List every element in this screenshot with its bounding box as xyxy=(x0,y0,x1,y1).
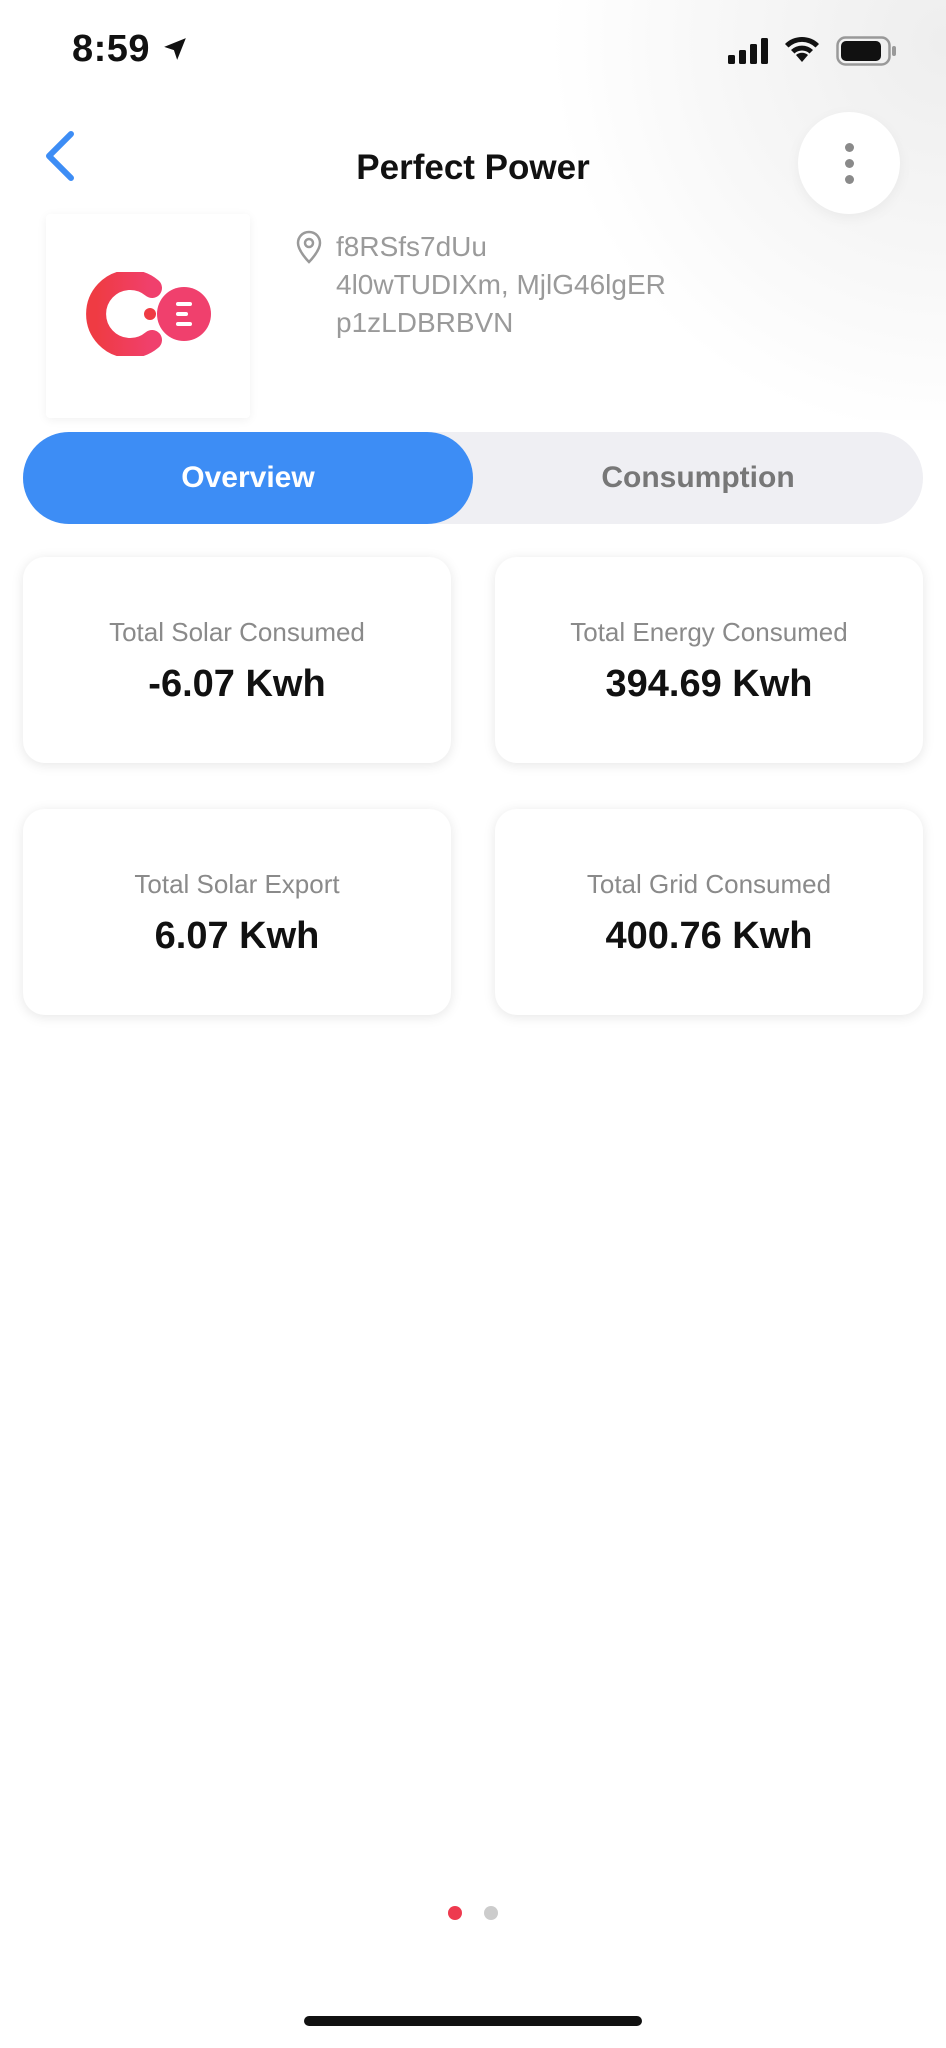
address-line-3: p1zLDBRBVN xyxy=(336,307,514,338)
page-title-text: Perfect Power xyxy=(356,148,590,187)
location-arrow-icon xyxy=(162,36,188,67)
stat-value: 400.76 Kwh xyxy=(605,915,813,957)
tab-overview[interactable]: Overview xyxy=(23,432,473,524)
stat-value: 394.69 Kwh xyxy=(605,663,813,705)
home-indicator[interactable] xyxy=(304,2016,642,2026)
battery-icon xyxy=(836,36,898,71)
address-line-2: 4l0wTUDIXm, MjlG46lgER xyxy=(336,269,666,300)
address-lines: f8RSfs7dUu 4l0wTUDIXm, MjlG46lgER p1zLDB… xyxy=(336,228,756,342)
more-options-button[interactable] xyxy=(798,112,900,214)
page-dot[interactable] xyxy=(448,1906,462,1920)
site-logo xyxy=(46,214,250,418)
more-vertical-icon-dot xyxy=(844,158,854,168)
stat-card-total-solar-consumed: Total Solar Consumed -6.07 Kwh xyxy=(23,557,451,763)
stat-label: Total Solar Consumed xyxy=(109,617,365,647)
cellular-signal-icon xyxy=(728,38,770,69)
page-dot[interactable] xyxy=(484,1906,498,1920)
stat-card-total-solar-export: Total Solar Export 6.07 Kwh xyxy=(23,809,451,1015)
page-indicator xyxy=(0,1906,946,1920)
status-bar: 8:59 xyxy=(0,0,946,100)
stat-value: -6.07 Kwh xyxy=(148,663,326,705)
stat-label: Total Grid Consumed xyxy=(586,869,832,899)
stat-value: 6.07 Kwh xyxy=(154,915,320,957)
more-vertical-icon xyxy=(844,142,854,152)
address-line-1: f8RSfs7dUu xyxy=(336,231,487,262)
stat-card-total-energy-consumed: Total Energy Consumed 394.69 Kwh xyxy=(495,557,923,763)
ce-logo-icon xyxy=(80,269,216,361)
status-time: 8:59 xyxy=(72,28,151,70)
tab-consumption[interactable]: Consumption xyxy=(473,432,923,524)
stat-label: Total Energy Consumed xyxy=(570,617,848,647)
tab-bar: Overview Consumption xyxy=(23,432,923,524)
map-pin-icon xyxy=(296,230,322,269)
wifi-icon xyxy=(782,34,822,69)
stat-card-total-grid-consumed: Total Grid Consumed 400.76 Kwh xyxy=(495,809,923,1015)
more-vertical-icon-dot xyxy=(844,174,854,184)
stat-label: Total Solar Export xyxy=(134,869,340,899)
